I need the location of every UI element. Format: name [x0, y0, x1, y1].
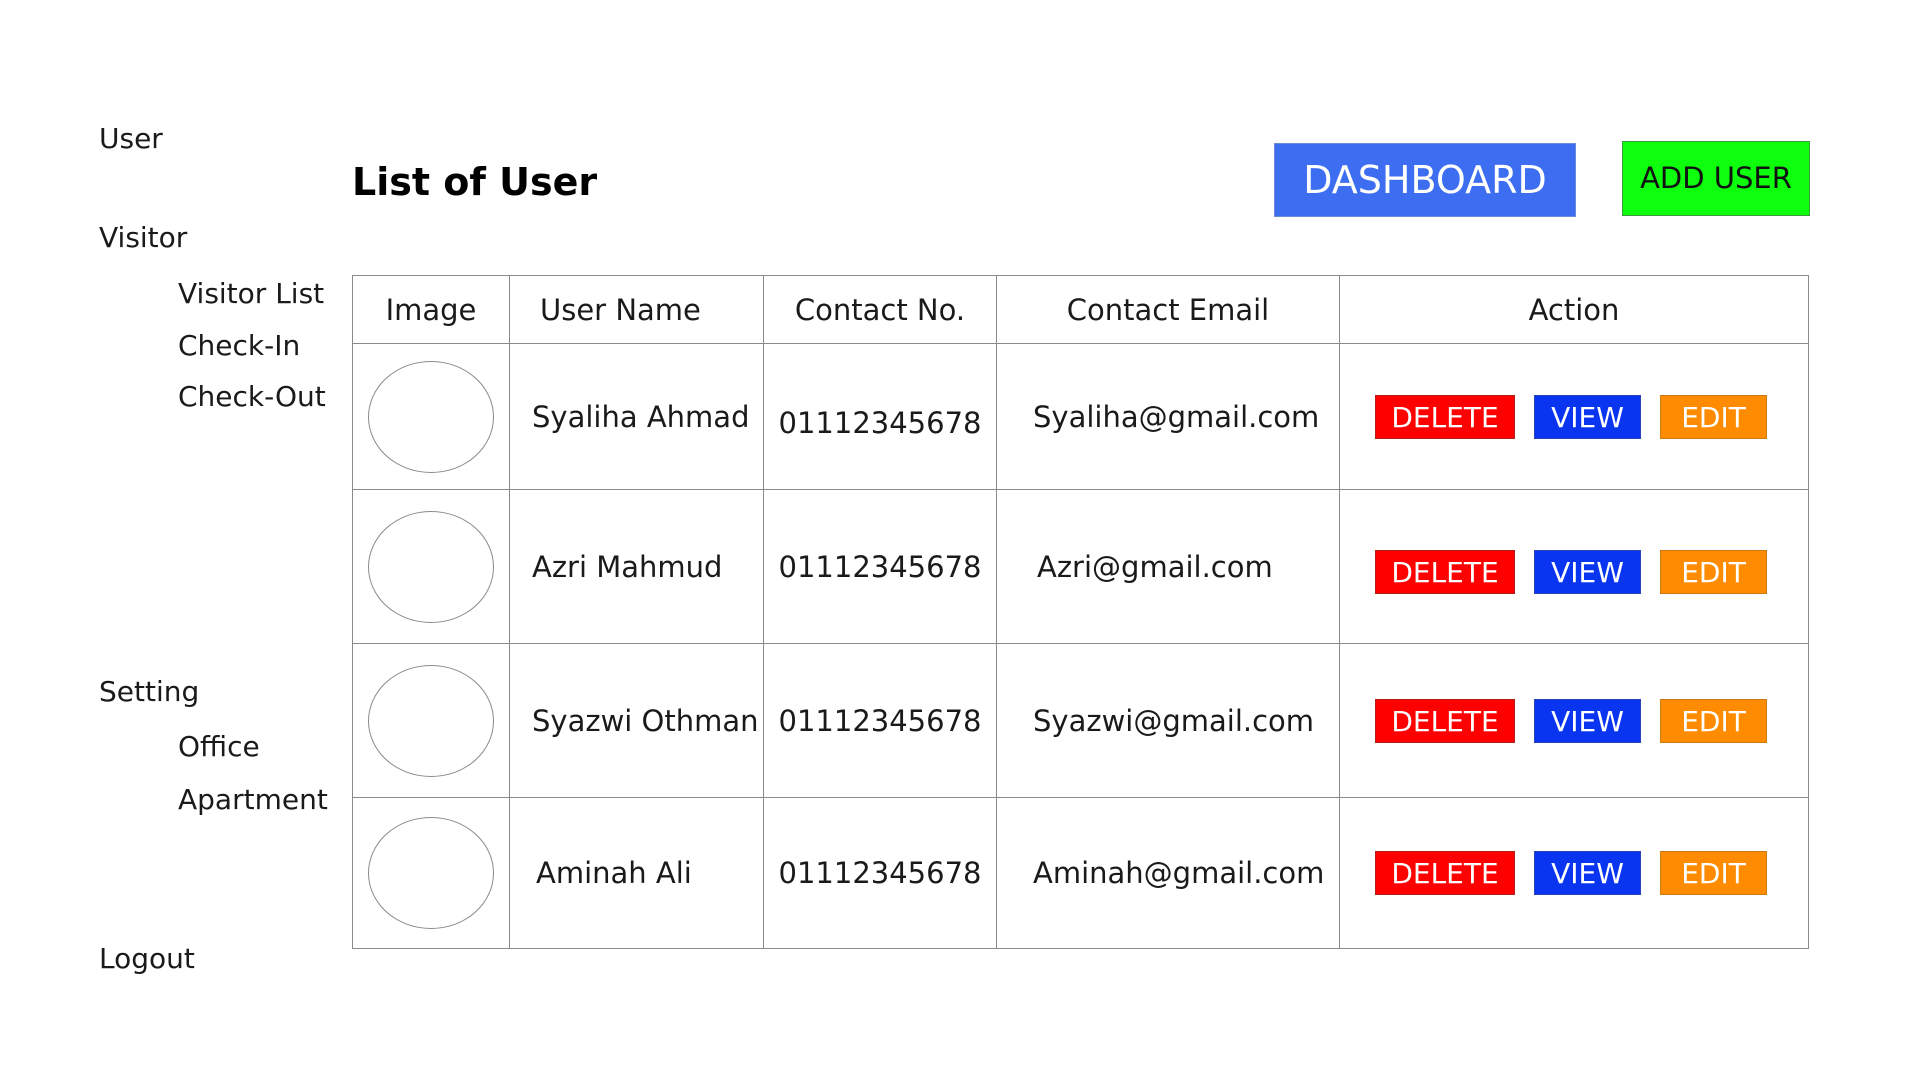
delete-button[interactable]: DELETE — [1375, 698, 1515, 743]
contact-email-cell: Syazwi@gmail.com — [996, 643, 1340, 798]
delete-button[interactable]: DELETE — [1375, 549, 1515, 594]
action-cell: DELETE VIEW EDIT — [1339, 343, 1809, 490]
delete-button[interactable]: DELETE — [1375, 394, 1515, 439]
edit-button[interactable]: EDIT — [1660, 698, 1767, 743]
table-header-row: Image User Name Contact No. Contact Emai… — [352, 275, 1809, 344]
user-table: Image User Name Contact No. Contact Emai… — [352, 275, 1809, 949]
sidebar-item-office[interactable]: Office — [178, 730, 260, 764]
action-cell: DELETE VIEW EDIT — [1339, 643, 1809, 798]
table-row: Azri Mahmud 01112345678 Azri@gmail.com D… — [352, 489, 1809, 644]
image-cell — [352, 797, 510, 949]
user-name-cell: Aminah Ali — [509, 797, 764, 949]
avatar — [368, 817, 494, 929]
view-button[interactable]: VIEW — [1534, 394, 1641, 439]
sidebar-item-user[interactable]: User — [99, 122, 163, 156]
contact-email-cell: Aminah@gmail.com — [996, 797, 1340, 949]
view-button[interactable]: VIEW — [1534, 549, 1641, 594]
edit-button[interactable]: EDIT — [1660, 549, 1767, 594]
user-name-cell: Syazwi Othman — [509, 643, 764, 798]
page: User Visitor Visitor List Check-In Check… — [0, 0, 1920, 1080]
table-row: Syaliha Ahmad 01112345678 Syaliha@gmail.… — [352, 343, 1809, 490]
sidebar-item-logout[interactable]: Logout — [99, 942, 195, 976]
sidebar-item-setting[interactable]: Setting — [99, 675, 199, 709]
dashboard-button[interactable]: DASHBOARD — [1274, 143, 1576, 217]
contact-email-cell: Azri@gmail.com — [996, 489, 1340, 644]
user-name-cell: Azri Mahmud — [509, 489, 764, 644]
image-cell — [352, 489, 510, 644]
view-button[interactable]: VIEW — [1534, 698, 1641, 743]
avatar — [368, 510, 494, 623]
delete-button[interactable]: DELETE — [1375, 851, 1515, 895]
action-cell: DELETE VIEW EDIT — [1339, 489, 1809, 644]
view-button[interactable]: VIEW — [1534, 851, 1641, 895]
contact-no-cell: 01112345678 — [763, 489, 997, 644]
contact-no-cell: 01112345678 — [763, 643, 997, 798]
sidebar-item-visitor[interactable]: Visitor — [99, 221, 187, 255]
avatar — [368, 664, 494, 777]
column-header-contact-email: Contact Email — [996, 275, 1340, 344]
sidebar-item-visitor-list[interactable]: Visitor List — [178, 277, 324, 311]
page-title: List of User — [352, 160, 598, 204]
add-user-button[interactable]: ADD USER — [1622, 141, 1810, 216]
contact-no-cell: 01112345678 — [763, 343, 997, 490]
contact-email-cell: Syaliha@gmail.com — [996, 343, 1340, 490]
sidebar-item-apartment[interactable]: Apartment — [178, 783, 328, 817]
edit-button[interactable]: EDIT — [1660, 394, 1767, 439]
action-cell: DELETE VIEW EDIT — [1339, 797, 1809, 949]
column-header-user-name: User Name — [509, 275, 764, 344]
edit-button[interactable]: EDIT — [1660, 851, 1767, 895]
image-cell — [352, 643, 510, 798]
column-header-image: Image — [352, 275, 510, 344]
column-header-contact-no: Contact No. — [763, 275, 997, 344]
avatar — [368, 360, 494, 473]
table-row: Aminah Ali 01112345678 Aminah@gmail.com … — [352, 797, 1809, 949]
image-cell — [352, 343, 510, 490]
user-name-cell: Syaliha Ahmad — [509, 343, 764, 490]
contact-no-cell: 01112345678 — [763, 797, 997, 949]
column-header-action: Action — [1339, 275, 1809, 344]
sidebar-item-check-in[interactable]: Check-In — [178, 329, 300, 363]
table-row: Syazwi Othman 01112345678 Syazwi@gmail.c… — [352, 643, 1809, 798]
sidebar-item-check-out[interactable]: Check-Out — [178, 380, 326, 414]
